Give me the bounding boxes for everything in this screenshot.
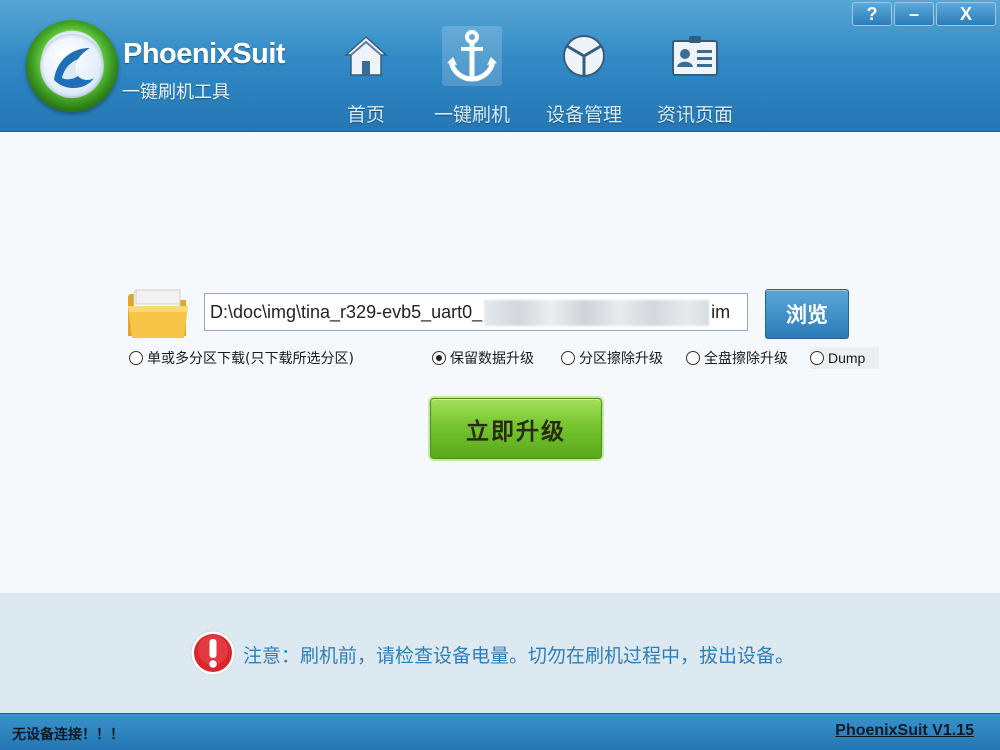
app-subtitle: 一键刷机工具 [122, 82, 230, 103]
radio-dot [810, 351, 824, 365]
redacted-path-segment [484, 300, 710, 327]
path-text-start: D:\doc\img\tina_r329-evb5_uart0_ [210, 302, 483, 322]
radio-dot [686, 351, 700, 365]
radio-dot [561, 351, 575, 365]
radio-full-erase[interactable]: 全盘擦除升级 [686, 347, 788, 369]
warning-icon [190, 630, 236, 676]
flash-panel: D:\doc\img\tina_r329-evb5_uart0_ im 浏览 单或… [0, 133, 1000, 593]
nav-item-device-manage[interactable]: 设备管理 [530, 22, 638, 130]
nav-item-flash[interactable]: 一键刷机 [418, 22, 526, 130]
news-card-icon [665, 26, 725, 86]
notice-panel: 注意：刷机前，请检查设备电量。切勿在刷机过程中，拔出设备。 [0, 593, 1000, 713]
home-icon [336, 26, 396, 86]
radio-partition-download[interactable]: 单或多分区下载(只下载所选分区) [129, 347, 354, 369]
nav-item-news[interactable]: 资讯页面 [641, 22, 749, 130]
status-bar: 无设备连接！！！ PhoenixSuit V1.15 [0, 713, 1000, 750]
header-bar: PhoenixSuit 一键刷机工具 首页 一键刷机 设备管理 资讯页面 ? –… [0, 0, 1000, 132]
radio-label: 保留数据升级 [450, 351, 534, 367]
notice-text: 注意：刷机前，请检查设备电量。切勿在刷机过程中，拔出设备。 [243, 645, 795, 667]
phoenix-logo-icon [26, 20, 118, 112]
help-button[interactable]: ? [852, 2, 892, 26]
nav-label-flash: 一键刷机 [433, 104, 510, 126]
connection-status: 无设备连接！！！ [12, 727, 124, 743]
window-controls: ? – X [852, 2, 996, 26]
nav-label-device-manage: 设备管理 [545, 104, 622, 126]
nav-item-home[interactable]: 首页 [312, 22, 420, 130]
radio-label: 单或多分区下载(只下载所选分区) [147, 351, 354, 367]
path-text-end: im [711, 302, 731, 322]
close-button[interactable]: X [936, 2, 996, 26]
nav-label-news: 资讯页面 [656, 104, 733, 126]
radio-label: 分区擦除升级 [579, 351, 663, 367]
anchor-icon [442, 26, 502, 86]
radio-dot [129, 351, 143, 365]
radio-dot [432, 351, 446, 365]
firmware-path-input[interactable]: D:\doc\img\tina_r329-evb5_uart0_ im [204, 293, 748, 331]
radio-partition-erase[interactable]: 分区擦除升级 [561, 347, 663, 369]
device-cube-icon [554, 26, 614, 86]
minimize-button[interactable]: – [894, 2, 934, 26]
nav-label-home: 首页 [346, 104, 385, 126]
version-link[interactable]: PhoenixSuit V1.15 [835, 722, 974, 740]
app-brand: PhoenixSuit [123, 38, 286, 70]
folder-icon[interactable] [126, 288, 190, 340]
browse-button[interactable]: 浏览 [765, 289, 849, 339]
radio-keep-data[interactable]: 保留数据升级 [432, 347, 534, 369]
radio-dump[interactable]: Dump [810, 347, 880, 369]
radio-label: Dump [828, 350, 866, 366]
radio-label: 全盘擦除升级 [704, 351, 788, 367]
upgrade-now-button[interactable]: 立即升级 [430, 398, 602, 459]
